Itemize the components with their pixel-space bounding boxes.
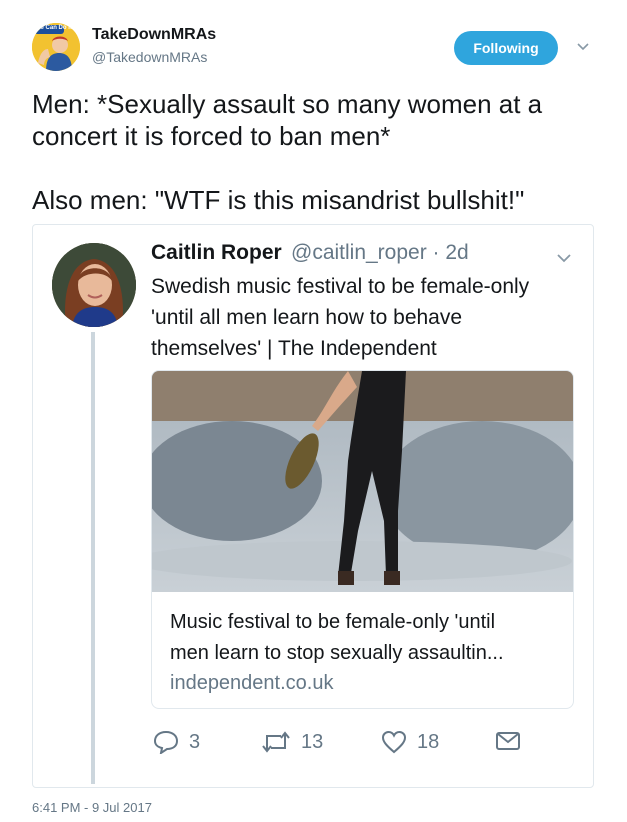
quoted-tweet-text: Swedish music festival to be female-only… xyxy=(151,275,530,360)
reply-count: 3 xyxy=(189,730,201,753)
like-action[interactable]: 18 xyxy=(381,730,439,754)
envelope-icon xyxy=(496,732,520,750)
author-handle[interactable]: @TakedownMRAs xyxy=(92,49,207,65)
tweet-page: We Can Do It! TakeDownMRAs @TakedownMRAs… xyxy=(0,0,627,822)
avatar-badge-text: We Can Do It! xyxy=(35,25,74,31)
link-preview-image xyxy=(152,371,573,592)
retweet-icon xyxy=(262,731,290,753)
chevron-down-icon[interactable] xyxy=(576,40,590,54)
chevron-down-icon[interactable] xyxy=(556,250,572,266)
author-avatar[interactable]: We Can Do It! xyxy=(32,23,80,71)
heart-icon xyxy=(381,730,407,754)
retweet-count: 13 xyxy=(301,730,324,753)
quoted-author-handle[interactable]: @caitlin_roper · 2d xyxy=(291,241,469,265)
author-name[interactable]: TakeDownMRAs xyxy=(92,26,216,44)
tweet-text: Men: *Sexually assault so many women at … xyxy=(32,89,543,215)
thread-line xyxy=(91,332,95,784)
like-count: 18 xyxy=(417,730,440,753)
reply-action[interactable]: 3 xyxy=(153,730,200,754)
quoted-author-name[interactable]: Caitlin Roper xyxy=(151,241,282,265)
following-button[interactable]: Following xyxy=(454,31,558,65)
direct-message-action[interactable] xyxy=(495,730,521,752)
link-title[interactable]: Music festival to be female-only 'until … xyxy=(170,607,560,669)
reply-icon xyxy=(153,730,179,754)
quoted-avatar-image xyxy=(52,243,136,327)
link-domain[interactable]: independent.co.uk xyxy=(170,672,333,695)
tweet-timestamp[interactable]: 6:41 PM - 9 Jul 2017 xyxy=(32,800,152,815)
quoted-author-avatar[interactable] xyxy=(52,243,136,327)
link-preview-card[interactable]: Music festival to be female-only 'until … xyxy=(151,370,574,709)
retweet-action[interactable]: 13 xyxy=(261,730,323,754)
